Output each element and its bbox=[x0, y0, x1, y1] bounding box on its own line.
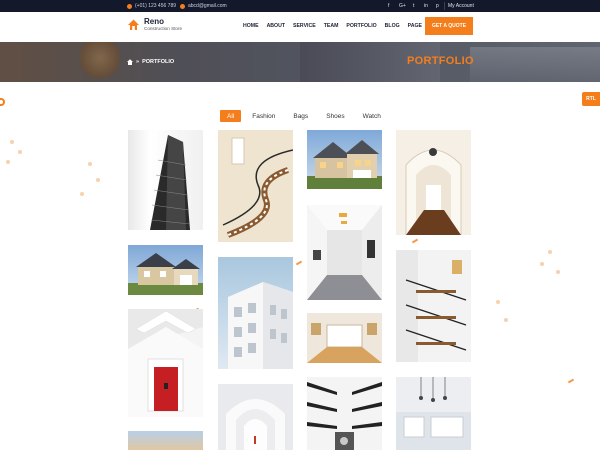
email-text: abcd@gmail.com bbox=[188, 3, 227, 9]
portfolio-tile-lobby[interactable] bbox=[307, 313, 382, 363]
breadcrumb-separator-icon: » bbox=[136, 59, 140, 65]
portfolio-tile-hallway[interactable] bbox=[307, 205, 382, 300]
breadcrumb: » PORTFOLIO bbox=[127, 59, 174, 65]
nav-page[interactable]: PAGE bbox=[408, 23, 422, 29]
phone-text: (+01) 123 456 789 bbox=[135, 3, 177, 9]
filter-all[interactable]: All bbox=[220, 110, 242, 122]
portfolio-tile-red-door[interactable] bbox=[128, 309, 203, 417]
facebook-icon[interactable]: f bbox=[388, 3, 389, 9]
brand-logo[interactable]: Reno Construction Store bbox=[127, 18, 182, 32]
google-plus-icon[interactable]: G+ bbox=[399, 3, 406, 9]
nav-portfolio[interactable]: PORTFOLIO bbox=[346, 23, 376, 29]
brand-name: Reno bbox=[144, 17, 164, 26]
filter-shoes[interactable]: Shoes bbox=[319, 110, 351, 122]
portfolio-tile-modern-stairs[interactable] bbox=[396, 250, 471, 362]
portfolio-tile-house-dusk[interactable] bbox=[307, 130, 382, 189]
my-account-link[interactable]: My Account bbox=[448, 3, 474, 9]
filter-fashion[interactable]: Fashion bbox=[245, 110, 282, 122]
twitter-icon[interactable]: t bbox=[413, 3, 414, 9]
phone-icon bbox=[127, 3, 132, 9]
portfolio-tile-building-partial[interactable] bbox=[128, 431, 203, 450]
portfolio-tile-atrium[interactable] bbox=[307, 377, 382, 450]
breadcrumb-current: PORTFOLIO bbox=[142, 59, 175, 65]
phone-contact[interactable]: (+01) 123 456 789 bbox=[127, 3, 176, 9]
nav-home[interactable]: HOME bbox=[243, 23, 259, 29]
portfolio-tile-arches[interactable] bbox=[218, 384, 293, 450]
portfolio-tile-white-building[interactable] bbox=[218, 257, 293, 369]
portfolio-tile-skyscraper[interactable] bbox=[128, 130, 203, 230]
rtl-toggle-button[interactable]: RTL bbox=[582, 92, 600, 106]
top-bar: (+01) 123 456 789 abcd@gmail.com f G+ t … bbox=[0, 0, 600, 12]
filter-bags[interactable]: Bags bbox=[286, 110, 315, 122]
main-header: Reno Construction Store HOME ABOUT SERVI… bbox=[0, 12, 600, 42]
nav-about[interactable]: ABOUT bbox=[267, 23, 285, 29]
get-a-quote-button[interactable]: GET A QUOTE bbox=[425, 17, 473, 35]
portfolio-tile-arched-corridor[interactable] bbox=[396, 130, 471, 235]
page-title: PORTFOLIO bbox=[407, 55, 474, 67]
divider bbox=[444, 2, 445, 10]
pinterest-icon[interactable]: p bbox=[436, 3, 439, 9]
filter-watch[interactable]: Watch bbox=[356, 110, 388, 122]
brand-tagline: Construction Store bbox=[144, 26, 183, 31]
page-banner: » PORTFOLIO PORTFOLIO bbox=[0, 42, 600, 82]
nav-team[interactable]: TEAM bbox=[324, 23, 339, 29]
decorative-ring-icon bbox=[0, 98, 5, 106]
nav-service[interactable]: SERVICE bbox=[293, 23, 316, 29]
home-icon[interactable] bbox=[127, 59, 133, 65]
portfolio-filters: All Fashion Bags Shoes Watch bbox=[220, 110, 388, 122]
nav-blog[interactable]: BLOG bbox=[385, 23, 400, 29]
email-icon bbox=[180, 3, 185, 9]
portfolio-tile-spiral-staircase[interactable] bbox=[218, 130, 293, 242]
portfolio-tile-kitchen[interactable] bbox=[396, 377, 471, 450]
email-contact[interactable]: abcd@gmail.com bbox=[180, 3, 227, 9]
main-menu: HOME ABOUT SERVICE TEAM PORTFOLIO BLOG P… bbox=[243, 23, 422, 29]
portfolio-tile-house-front[interactable] bbox=[128, 245, 203, 295]
logo-house-icon bbox=[127, 18, 140, 31]
instagram-icon[interactable]: in bbox=[424, 3, 428, 9]
